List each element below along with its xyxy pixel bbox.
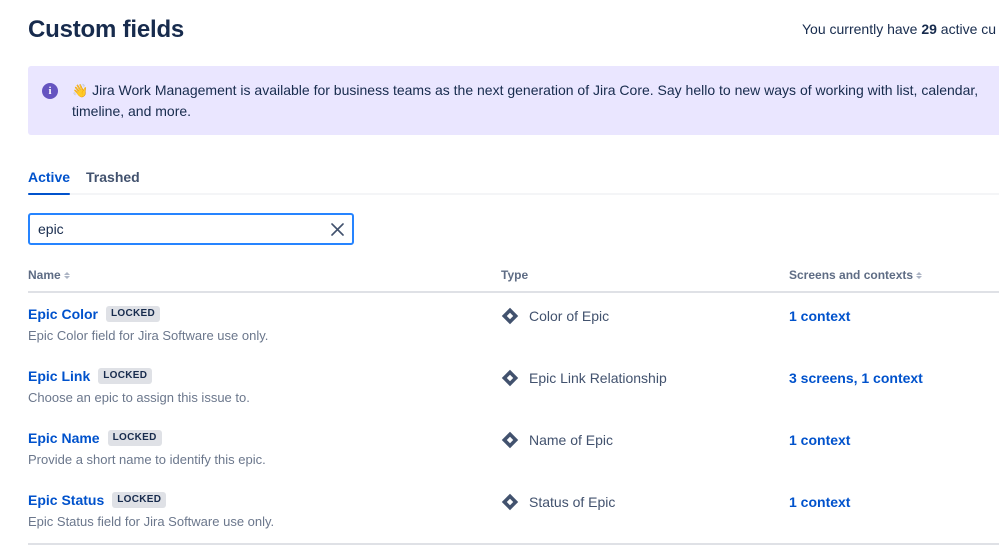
field-type-label: Status of Epic (529, 494, 616, 510)
screens-contexts-link[interactable]: 1 context (789, 494, 850, 510)
cell-type: Epic Link Relationship (501, 367, 789, 388)
field-type-line: Color of Epic (501, 306, 789, 326)
table-row: Epic Status LOCKED Epic Status field for… (28, 479, 999, 541)
screens-contexts-link[interactable]: 1 context (789, 432, 850, 448)
field-name-link[interactable]: Epic Status (28, 491, 104, 509)
field-type-line: Name of Epic (501, 430, 789, 450)
field-type-line: Status of Epic (501, 492, 789, 512)
field-description: Choose an epic to assign this issue to. (28, 390, 250, 405)
status-badge: LOCKED (107, 430, 162, 446)
cell-screens-contexts: 3 screens, 1 context (789, 367, 999, 388)
table-row: Epic Link LOCKED Choose an epic to assig… (28, 355, 999, 417)
column-header-screens-contexts[interactable]: Screens and contexts (789, 267, 999, 283)
field-name-link[interactable]: Epic Link (28, 367, 90, 385)
info-banner: i 👋 Jira Work Management is available fo… (28, 66, 999, 135)
status-badge: LOCKED (98, 368, 153, 384)
count-prefix: You currently have (802, 21, 922, 37)
page-title: Custom fields (28, 16, 185, 43)
custom-field-diamond-icon (501, 493, 519, 511)
sort-indicator-icon (63, 271, 70, 279)
sort-indicator-icon (916, 271, 923, 279)
info-banner-message: Jira Work Management is available for bu… (72, 82, 979, 119)
field-type-label: Epic Link Relationship (529, 370, 667, 386)
table-header-row: Name Type Screens and contexts (28, 267, 999, 293)
custom-fields-page: Custom fields You currently have 29 acti… (0, 0, 999, 545)
field-name-link[interactable]: Epic Color (28, 305, 98, 323)
count-suffix: active cu (936, 21, 997, 37)
custom-field-diamond-icon (501, 307, 519, 325)
field-name-line: Epic Status LOCKED (28, 491, 501, 509)
field-type-line: Epic Link Relationship (501, 368, 789, 388)
field-description: Epic Color field for Jira Software use o… (28, 328, 269, 343)
custom-field-diamond-icon (501, 431, 519, 449)
cell-name: Epic Name LOCKED Provide a short name to… (28, 429, 501, 469)
field-name-line: Epic Color LOCKED (28, 305, 501, 323)
field-type-label: Name of Epic (529, 432, 614, 448)
tab-trashed[interactable]: Trashed (78, 167, 148, 195)
status-badge: LOCKED (112, 492, 167, 508)
field-type-label: Color of Epic (529, 308, 610, 324)
tab-active[interactable]: Active (20, 167, 78, 195)
table-row: Epic Name LOCKED Provide a short name to… (28, 417, 999, 479)
active-fields-count: You currently have 29 active cu (802, 19, 996, 39)
custom-field-diamond-icon (501, 369, 519, 387)
screens-contexts-link[interactable]: 1 context (789, 308, 850, 324)
field-description: Provide a short name to identify this ep… (28, 452, 266, 467)
count-value: 29 (921, 21, 937, 37)
search-input[interactable] (28, 213, 354, 245)
custom-fields-table: Name Type Screens and contexts Epic Colo… (28, 267, 999, 545)
search-field (28, 213, 354, 245)
column-header-name-label: Name (28, 268, 61, 282)
tab-bar: Active Trashed (28, 165, 999, 195)
field-name-line: Epic Link LOCKED (28, 367, 501, 385)
field-name-line: Epic Name LOCKED (28, 429, 501, 447)
cell-screens-contexts: 1 context (789, 491, 999, 512)
cell-type: Status of Epic (501, 491, 789, 512)
screens-contexts-link[interactable]: 3 screens, 1 context (789, 370, 923, 386)
status-badge: LOCKED (106, 306, 161, 322)
cell-name: Epic Status LOCKED Epic Status field for… (28, 491, 501, 531)
cell-screens-contexts: 1 context (789, 429, 999, 450)
cell-screens-contexts: 1 context (789, 305, 999, 326)
info-circle-icon: i (42, 83, 58, 99)
info-banner-text: 👋 Jira Work Management is available for … (72, 80, 999, 121)
field-description: Epic Status field for Jira Software use … (28, 514, 275, 529)
column-header-screens-contexts-label: Screens and contexts (789, 268, 914, 282)
table-row: Epic Color LOCKED Epic Color field for J… (28, 293, 999, 355)
column-header-name[interactable]: Name (28, 267, 501, 283)
field-name-link[interactable]: Epic Name (28, 429, 100, 447)
clear-search-icon[interactable] (326, 218, 348, 240)
cell-type: Color of Epic (501, 305, 789, 326)
cell-name: Epic Link LOCKED Choose an epic to assig… (28, 367, 501, 407)
wave-emoji: 👋 (72, 83, 89, 98)
cell-type: Name of Epic (501, 429, 789, 450)
cell-name: Epic Color LOCKED Epic Color field for J… (28, 305, 501, 345)
column-header-type-label: Type (501, 268, 529, 282)
column-header-type: Type (501, 267, 789, 283)
